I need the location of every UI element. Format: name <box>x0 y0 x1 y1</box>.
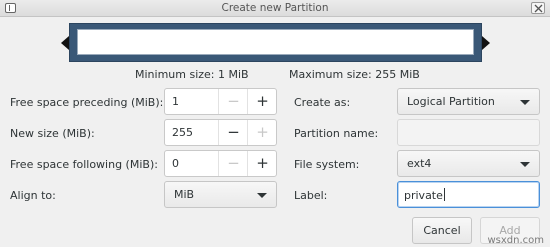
create-as-selected: Logical Partition <box>407 95 495 108</box>
cancel-button[interactable]: Cancel <box>412 217 472 244</box>
new-size-spinbox[interactable]: 255 − + <box>164 119 277 146</box>
resize-left-handle-icon[interactable] <box>61 36 69 50</box>
free-following-label: Free space following (MiB): <box>10 158 158 171</box>
partition-bar[interactable] <box>69 23 482 62</box>
label-input-value[interactable]: private <box>404 189 443 202</box>
create-as-dropdown[interactable]: Logical Partition <box>397 88 540 115</box>
free-preceding-spinbox[interactable]: 1 − + <box>164 88 277 115</box>
text-cursor <box>443 188 445 201</box>
new-size-decrement-button[interactable]: − <box>218 120 248 145</box>
maximum-size-text: Maximum size: 255 MiB <box>289 68 420 81</box>
free-preceding-value[interactable]: 1 <box>172 95 179 108</box>
file-system-label: File system: <box>294 158 360 171</box>
partition-size-graphic[interactable] <box>61 23 490 62</box>
free-following-value[interactable]: 0 <box>172 157 179 170</box>
create-as-label: Create as: <box>294 96 351 109</box>
partition-bar-used-area <box>77 29 474 55</box>
label-input[interactable]: private <box>397 181 540 208</box>
align-to-label: Align to: <box>10 189 56 202</box>
free-following-spinbox[interactable]: 0 − + <box>164 150 277 177</box>
chevron-down-icon <box>257 193 267 198</box>
title-bar: Create new Partition <box>0 0 550 17</box>
close-icon[interactable] <box>531 2 545 14</box>
file-system-dropdown[interactable]: ext4 <box>397 150 540 177</box>
minimum-size-text: Minimum size: 1 MiB <box>135 68 249 81</box>
new-size-value[interactable]: 255 <box>172 126 193 139</box>
chevron-down-icon <box>520 162 530 167</box>
align-to-selected: MiB <box>174 188 195 201</box>
watermark-text: wsxdn.com <box>487 235 544 246</box>
new-size-increment-button[interactable]: + <box>247 120 277 145</box>
free-following-decrement-button[interactable]: − <box>218 151 248 176</box>
free-preceding-label: Free space preceding (MiB): <box>10 96 164 109</box>
window-title: Create new Partition <box>221 2 329 14</box>
partition-name-label: Partition name: <box>294 127 379 140</box>
free-following-increment-button[interactable]: + <box>247 151 277 176</box>
chevron-down-icon <box>520 100 530 105</box>
new-size-label: New size (MiB): <box>10 127 95 140</box>
free-preceding-decrement-button[interactable]: − <box>218 89 248 114</box>
file-system-selected: ext4 <box>407 157 432 170</box>
partition-name-input[interactable] <box>397 119 540 146</box>
resize-right-handle-icon[interactable] <box>482 36 490 50</box>
label-field-label: Label: <box>294 189 328 202</box>
free-preceding-increment-button[interactable]: + <box>247 89 277 114</box>
label-input-text[interactable]: private <box>404 188 445 202</box>
align-to-dropdown[interactable]: MiB <box>164 181 277 208</box>
